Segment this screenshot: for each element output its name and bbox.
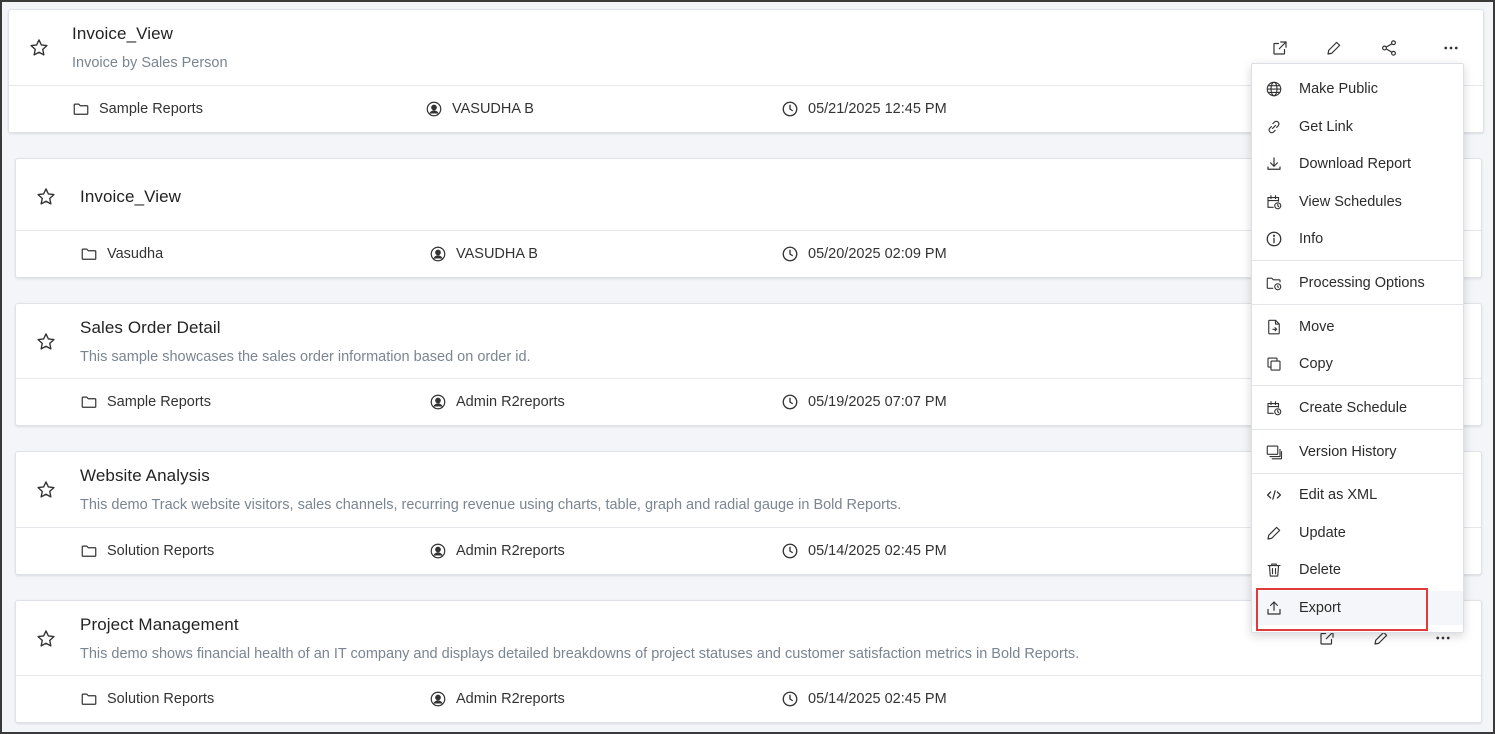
version-history-icon (1266, 445, 1283, 460)
download-icon (1267, 157, 1281, 170)
clock-icon (782, 394, 798, 410)
menu-item-delete[interactable]: Delete (1252, 553, 1463, 587)
menu-separator (1252, 304, 1463, 305)
report-description: This demo shows financial health of an I… (80, 646, 1080, 662)
menu-item-update[interactable]: Update (1252, 516, 1463, 550)
report-folder: Sample Reports (80, 393, 211, 411)
report-actions (1269, 37, 1462, 59)
report-folder: Vasudha (80, 245, 163, 263)
report-modified: 05/14/2025 02:45 PM (781, 542, 947, 560)
folder-icon (81, 396, 97, 408)
share-icon[interactable] (1378, 37, 1400, 59)
folder-icon (81, 693, 97, 705)
report-owner: VASUDHA B (425, 100, 534, 118)
report-owner: Admin R2reports (429, 542, 565, 560)
menu-item-version-history[interactable]: Version History (1252, 435, 1463, 469)
edit-pencil-icon[interactable] (1323, 37, 1345, 59)
folder-icon (81, 248, 97, 260)
favorite-star-icon[interactable] (35, 186, 57, 208)
menu-item-make-public[interactable]: Make Public (1252, 72, 1463, 106)
report-title[interactable]: Project Management (80, 615, 239, 635)
report-context-menu: Make Public Get Link Download Report Vie… (1251, 63, 1464, 633)
folder-icon (81, 545, 97, 557)
report-title[interactable]: Website Analysis (80, 466, 210, 486)
report-folder: Solution Reports (80, 542, 214, 560)
globe-icon (1266, 81, 1282, 97)
report-modified: 05/19/2025 07:07 PM (781, 393, 947, 411)
report-owner: Admin R2reports (429, 393, 565, 411)
menu-separator (1252, 429, 1463, 430)
report-description: This sample showcases the sales order in… (80, 349, 531, 365)
menu-item-get-link[interactable]: Get Link (1252, 110, 1463, 144)
menu-item-move[interactable]: Move (1252, 310, 1463, 344)
report-modified: 05/21/2025 12:45 PM (781, 100, 947, 118)
user-avatar-icon (430, 543, 446, 559)
favorite-star-icon[interactable] (35, 628, 57, 650)
calendar-clock-icon (1267, 401, 1282, 416)
menu-separator (1252, 473, 1463, 474)
link-icon (1268, 120, 1280, 134)
report-folder: Sample Reports (72, 100, 203, 118)
copy-icon (1267, 357, 1281, 371)
menu-item-processing-options[interactable]: Processing Options (1252, 266, 1463, 300)
menu-item-copy[interactable]: Copy (1252, 347, 1463, 381)
export-icon (1267, 601, 1281, 615)
report-title[interactable]: Invoice_View (80, 187, 181, 207)
menu-separator (1252, 260, 1463, 261)
folder-clock-icon (1266, 277, 1282, 291)
favorite-star-icon[interactable] (35, 331, 57, 353)
report-folder: Solution Reports (80, 690, 214, 708)
menu-item-view-schedules[interactable]: View Schedules (1252, 185, 1463, 219)
trash-icon (1267, 563, 1281, 577)
calendar-clock-icon (1267, 195, 1282, 210)
menu-item-create-schedule[interactable]: Create Schedule (1252, 391, 1463, 425)
user-avatar-icon (426, 101, 442, 117)
code-icon (1266, 490, 1282, 500)
menu-item-export[interactable]: Export (1252, 591, 1463, 625)
report-title[interactable]: Sales Order Detail (80, 318, 221, 338)
report-owner: Admin R2reports (429, 690, 565, 708)
open-external-icon[interactable] (1269, 37, 1291, 59)
report-modified: 05/14/2025 02:45 PM (781, 690, 947, 708)
menu-item-info[interactable]: Info (1252, 222, 1463, 256)
menu-separator (1252, 385, 1463, 386)
report-owner: VASUDHA B (429, 245, 538, 263)
clock-icon (782, 543, 798, 559)
user-avatar-icon (430, 394, 446, 410)
menu-item-download-report[interactable]: Download Report (1252, 147, 1463, 181)
move-file-icon (1268, 319, 1280, 335)
clock-icon (782, 691, 798, 707)
user-avatar-icon (430, 246, 446, 262)
favorite-star-icon[interactable] (28, 37, 50, 59)
pencil-icon (1267, 526, 1281, 540)
clock-icon (782, 246, 798, 262)
report-description: Invoice by Sales Person (72, 55, 228, 71)
user-avatar-icon (430, 691, 446, 707)
clock-icon (782, 101, 798, 117)
report-description: This demo Track website visitors, sales … (80, 497, 902, 513)
menu-item-edit-as-xml[interactable]: Edit as XML (1252, 478, 1463, 512)
report-modified: 05/20/2025 02:09 PM (781, 245, 947, 263)
folder-icon (73, 103, 89, 115)
report-title[interactable]: Invoice_View (72, 24, 173, 44)
favorite-star-icon[interactable] (35, 479, 57, 501)
info-icon (1266, 231, 1282, 247)
more-options-icon[interactable] (1440, 37, 1462, 59)
